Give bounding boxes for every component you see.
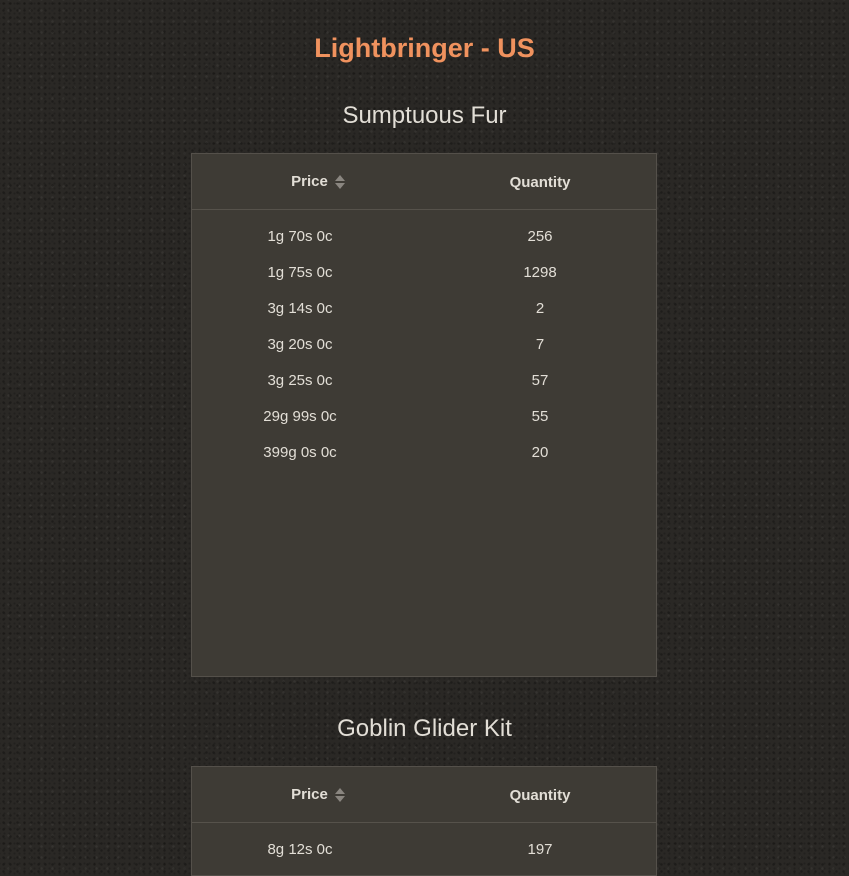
table-row: 8g 12s 0c 197 bbox=[192, 831, 656, 867]
table-header: Price Quantity bbox=[192, 154, 656, 210]
price-cell: 1g 70s 0c bbox=[267, 227, 333, 245]
quantity-cell: 256 bbox=[527, 227, 553, 245]
price-cell: 3g 25s 0c bbox=[267, 371, 333, 389]
price-cell: 29g 99s 0c bbox=[263, 407, 337, 425]
price-cell: 399g 0s 0c bbox=[263, 443, 337, 461]
price-cell: 3g 14s 0c bbox=[267, 299, 333, 317]
price-header-label: Price bbox=[291, 173, 328, 190]
quantity-cell: 1298 bbox=[523, 263, 557, 281]
quantity-cell: 57 bbox=[531, 371, 549, 389]
quantity-cell: 197 bbox=[527, 840, 553, 858]
quantity-column-header: Quantity bbox=[509, 174, 571, 191]
quantity-cell: 20 bbox=[531, 443, 549, 461]
price-cell: 8g 12s 0c bbox=[267, 840, 333, 858]
sort-icon[interactable] bbox=[334, 174, 345, 189]
price-column-header[interactable]: Price bbox=[192, 173, 424, 190]
table-row: 1g 75s 0c 1298 bbox=[192, 254, 656, 290]
quantity-column-header: Quantity bbox=[509, 787, 571, 804]
table-row: 3g 25s 0c 57 bbox=[192, 362, 656, 398]
price-header-label: Price bbox=[291, 786, 328, 803]
table-row: 29g 99s 0c 55 bbox=[192, 398, 656, 434]
table-row: 3g 20s 0c 7 bbox=[192, 326, 656, 362]
section-title-sumptuous-fur: Sumptuous Fur bbox=[342, 102, 507, 129]
quantity-cell: 55 bbox=[531, 407, 549, 425]
table-body: 8g 12s 0c 197 bbox=[192, 823, 656, 867]
price-table-sumptuous-fur: Price Quantity 1g 70s 0c 256 1g 75s 0c 1… bbox=[191, 153, 657, 677]
sort-icon[interactable] bbox=[334, 787, 345, 802]
page-title: Lightbringer - US bbox=[314, 33, 535, 63]
price-column-header[interactable]: Price bbox=[192, 786, 424, 803]
quantity-cell: 2 bbox=[535, 299, 545, 317]
price-cell: 3g 20s 0c bbox=[267, 335, 333, 353]
table-row: 1g 70s 0c 256 bbox=[192, 218, 656, 254]
price-table-goblin-glider-kit: Price Quantity 8g 12s 0c 197 bbox=[191, 766, 657, 876]
price-cell: 1g 75s 0c bbox=[267, 263, 333, 281]
table-header: Price Quantity bbox=[192, 767, 656, 823]
table-row: 3g 14s 0c 2 bbox=[192, 290, 656, 326]
section-title-goblin-glider-kit: Goblin Glider Kit bbox=[337, 715, 512, 742]
quantity-cell: 7 bbox=[535, 335, 545, 353]
table-body: 1g 70s 0c 256 1g 75s 0c 1298 3g 14s 0c 2… bbox=[192, 210, 656, 470]
table-row: 399g 0s 0c 20 bbox=[192, 434, 656, 470]
